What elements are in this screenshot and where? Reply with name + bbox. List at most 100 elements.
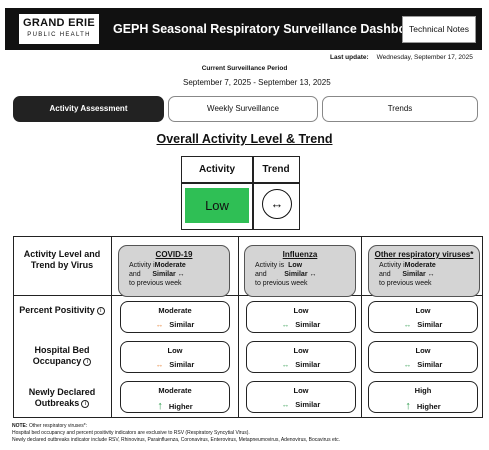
row-label-activity-trend: Activity Level and Trend by Virus — [23, 249, 101, 270]
virus-level: Moderate — [404, 262, 436, 269]
similar-arrow-icon: ↔ — [403, 360, 412, 369]
divider — [238, 237, 239, 417]
similar-trend-icon: ↔ — [427, 271, 435, 278]
info-icon[interactable]: i — [96, 307, 105, 315]
and-text: and — [129, 271, 141, 278]
cell-covid19-hospital[interactable]: Low ↔ Similar — [120, 341, 230, 373]
similar-arrow-icon: ↔ — [281, 360, 290, 369]
row-label-text: Hospital Bed Occupancy — [32, 345, 90, 366]
grand-erie-logo: GRAND ERIE PUBLIC HEALTH — [19, 14, 99, 44]
activity-prefix: Activity i — [379, 262, 405, 269]
activity-header: Activity — [198, 164, 236, 175]
similar-arrow-icon: ↔ — [155, 360, 164, 369]
virus-trend: Similar — [152, 271, 176, 278]
virus-header-influenza[interactable]: Influenza Activity is Low and Similar ↔ … — [244, 245, 356, 297]
cell-influenza-outbreaks[interactable]: Low ↔ Similar — [246, 381, 356, 413]
cell-other-positivity[interactable]: Low ↔ Similar — [368, 301, 478, 333]
tab-bar: Activity Assessment Weekly Surveillance … — [13, 96, 478, 122]
cell-trend: Similar — [295, 400, 321, 409]
divider — [361, 237, 362, 417]
cell-trend: Similar — [417, 320, 443, 329]
note-line2: Hospital bed occupancy and percent posit… — [12, 430, 250, 436]
cell-level: Low — [167, 346, 183, 355]
virus-trend: Similar — [284, 271, 308, 278]
last-update-value: Wednesday, September 17, 2025 — [376, 54, 473, 61]
similar-arrow-icon: ↔ — [281, 400, 290, 409]
cell-trend: Similar — [169, 360, 195, 369]
cell-level: Low — [415, 346, 431, 355]
trend-header: Trend — [262, 164, 290, 175]
tab-trends[interactable]: Trends — [322, 96, 478, 122]
row-label-text: Percent Positivity — [19, 305, 95, 315]
and-text: and — [379, 271, 391, 278]
virus-name: Influenza — [282, 250, 318, 259]
cell-trend: Similar — [295, 360, 321, 369]
logo-line2: PUBLIC HEALTH — [27, 32, 91, 38]
virus-header-covid19[interactable]: COVID-19 Activity iModerate and Similar … — [118, 245, 230, 297]
cell-level: High — [414, 386, 432, 395]
cell-covid19-outbreaks[interactable]: Moderate ↑ Higher — [120, 381, 230, 413]
cell-level: Low — [293, 306, 309, 315]
last-update-label: Last update: — [330, 54, 369, 61]
overall-activity-box: Activity Trend Low ↔ — [181, 156, 300, 230]
similar-arrow-icon: ↔ — [155, 320, 164, 329]
cell-other-outbreaks[interactable]: High ↑ Higher — [368, 381, 478, 413]
tab-activity-assessment[interactable]: Activity Assessment — [13, 96, 164, 122]
info-icon[interactable]: i — [81, 400, 90, 408]
last-update: Last update: Wednesday, September 17, 202… — [330, 54, 473, 61]
similar-trend-icon: ↔ — [177, 271, 185, 278]
virus-name: Other respiratory viruses* — [374, 250, 474, 259]
cell-level: Moderate — [158, 386, 192, 395]
cell-trend: Similar — [417, 360, 443, 369]
virus-level: Low — [288, 262, 303, 269]
activity-prefix: Activity i — [129, 262, 155, 269]
footnotes: NOTE: Other respiratory viruses*: Hospit… — [12, 423, 482, 444]
cell-level: Low — [293, 346, 309, 355]
up-arrow-icon: ↑ — [405, 400, 411, 412]
row-label-percent-positivity: Percent Positivity i — [18, 305, 106, 316]
technical-notes-button[interactable]: Technical Notes — [402, 16, 476, 43]
trend-suffix: to previous week — [379, 280, 432, 287]
period-label: Current Surveillance Period — [201, 65, 288, 72]
dashboard-title: GEPH Seasonal Respiratory Surveillance D… — [113, 22, 426, 36]
virus-level: Moderate — [154, 262, 186, 269]
virus-activity-grid: Activity Level and Trend by Virus COVID-… — [13, 236, 483, 418]
similar-arrow-icon: ↔ — [403, 320, 412, 329]
virus-trend: Similar — [402, 271, 426, 278]
logo-line1: GRAND ERIE — [22, 17, 96, 29]
row-label-hospital-bed: Hospital Bed Occupancy i — [18, 345, 106, 367]
row-label-outbreaks: Newly Declared Outbreaks i — [18, 387, 106, 409]
cell-covid19-positivity[interactable]: Moderate ↔ Similar — [120, 301, 230, 333]
note-line1: Other respiratory viruses*: — [28, 423, 88, 429]
overall-title: Overall Activity Level & Trend — [156, 132, 333, 146]
trend-suffix: to previous week — [255, 280, 308, 287]
note-line3: Newly declared outbreaks indicator inclu… — [12, 437, 341, 443]
note-label: NOTE: — [12, 423, 28, 429]
cell-other-hospital[interactable]: Low ↔ Similar — [368, 341, 478, 373]
cell-level: Low — [293, 386, 309, 395]
divider — [111, 237, 112, 417]
similar-trend-icon: ↔ — [262, 189, 292, 219]
divider — [182, 182, 299, 184]
similar-trend-icon: ↔ — [309, 271, 317, 278]
cell-influenza-hospital[interactable]: Low ↔ Similar — [246, 341, 356, 373]
cell-level: Low — [415, 306, 431, 315]
cell-trend: Higher — [168, 402, 193, 411]
cell-trend: Similar — [295, 320, 321, 329]
app-header: GRAND ERIE PUBLIC HEALTH GEPH Seasonal R… — [5, 8, 482, 50]
and-text: and — [255, 271, 267, 278]
activity-prefix: Activity is — [255, 262, 285, 269]
tab-weekly-surveillance[interactable]: Weekly Surveillance — [168, 96, 318, 122]
similar-arrow-icon: ↔ — [281, 320, 290, 329]
up-arrow-icon: ↑ — [157, 400, 163, 412]
cell-trend: Higher — [416, 402, 441, 411]
info-icon[interactable]: i — [83, 358, 92, 366]
virus-name: COVID-19 — [155, 250, 193, 259]
period-value: September 7, 2025 - September 13, 2025 — [183, 78, 331, 87]
virus-header-other[interactable]: Other respiratory viruses* Activity iMod… — [368, 245, 480, 297]
cell-trend: Similar — [169, 320, 195, 329]
trend-suffix: to previous week — [129, 280, 182, 287]
cell-influenza-positivity[interactable]: Low ↔ Similar — [246, 301, 356, 333]
cell-level: Moderate — [158, 306, 192, 315]
overall-level-badge: Low — [185, 188, 249, 223]
